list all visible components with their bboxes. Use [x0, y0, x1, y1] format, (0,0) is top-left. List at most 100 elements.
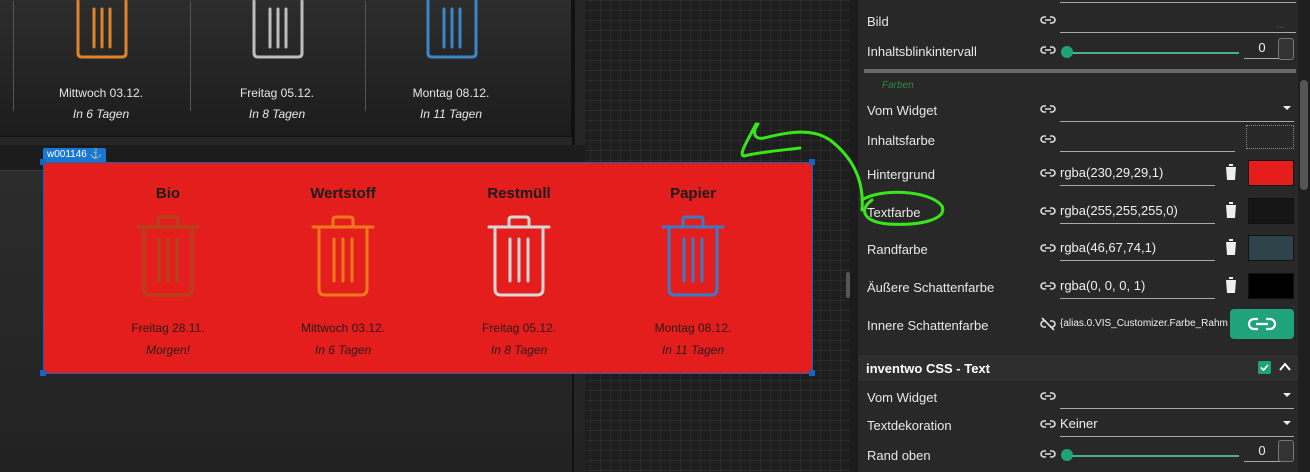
schattenfarbe-swatch[interactable] — [1248, 273, 1294, 299]
chevron-up-icon[interactable] — [1279, 361, 1291, 373]
blink-slider-knob[interactable] — [1061, 46, 1073, 58]
trash-icon[interactable] — [1224, 163, 1238, 181]
blink-slider-track[interactable] — [1065, 52, 1239, 54]
prop-label: Inhaltsblinkintervall — [867, 44, 977, 59]
chevron-down-icon[interactable] — [1282, 103, 1292, 113]
innere-schattenfarbe-input[interactable]: {alias.0.VIS_Customizer.Farbe_Rahmen — [1060, 313, 1228, 337]
property-panel: Bild ... Inhaltsblinkintervall 0 Farben … — [858, 0, 1298, 472]
chevron-down-icon[interactable] — [1282, 390, 1292, 400]
link-icon[interactable] — [1040, 132, 1056, 146]
resize-handle[interactable] — [809, 370, 815, 376]
schattenfarbe-input[interactable]: rgba(0, 0, 0, 1) — [1060, 275, 1215, 299]
hintergrund-swatch[interactable] — [1248, 160, 1294, 186]
prop-row-inhaltsfarbe: Inhaltsfarbe — [858, 125, 1298, 155]
column-separator — [13, 1, 14, 111]
prop-label: Textfarbe — [867, 205, 921, 220]
pickup-date: Mittwoch 03.12. — [300, 321, 386, 335]
group-label-farben: Farben — [882, 80, 914, 91]
link-icon[interactable] — [1040, 389, 1056, 403]
top-trash-widget[interactable]: Mittwoch 03.12. In 6 Tagen Freitag 05.12… — [0, 0, 572, 137]
rand-oben-slider-knob[interactable] — [1061, 449, 1073, 461]
link-icon[interactable] — [1040, 43, 1056, 57]
prop-label: Bild — [867, 14, 889, 29]
column-title: Papier — [670, 185, 716, 202]
bild-indicator: ... — [1276, 20, 1285, 31]
prop-row-aeussere-schattenfarbe: Äußere Schattenfarbe rgba(0, 0, 0, 1) — [858, 272, 1298, 302]
link-icon[interactable] — [1040, 447, 1056, 461]
widget-id-label[interactable]: w001146 ⚓ — [43, 148, 107, 162]
randfarbe-swatch[interactable] — [1248, 235, 1294, 261]
trash-can-icon — [487, 215, 551, 297]
blink-spinner[interactable] — [1278, 38, 1294, 60]
column-title: Wertstoff — [310, 185, 376, 202]
prop-label: Vom Widget — [867, 390, 938, 405]
textdekoration-select[interactable]: Keiner — [1060, 413, 1294, 437]
section-enable-checkbox[interactable] — [1258, 361, 1271, 374]
textfarbe-input[interactable]: rgba(255,255,255,0) — [1060, 200, 1215, 224]
chevron-down-icon[interactable] — [1282, 418, 1292, 428]
link-icon[interactable] — [1040, 241, 1056, 255]
pickup-relative: In 6 Tagen — [72, 107, 130, 121]
link-icon[interactable] — [1040, 102, 1056, 116]
randfarbe-input[interactable]: rgba(46,67,74,1) — [1060, 237, 1215, 261]
canvas-scrollbar[interactable] — [846, 272, 850, 298]
prop-row-hintergrund: Hintergrund rgba(230,29,29,1) — [858, 159, 1298, 189]
section-divider — [864, 69, 1296, 73]
input-underline — [1060, 0, 1296, 3]
link-icon[interactable] — [1040, 417, 1056, 431]
resize-handle[interactable] — [40, 159, 46, 165]
rand-oben-number-input[interactable]: 0 — [1244, 440, 1280, 462]
hintergrund-input[interactable]: rgba(230,29,29,1) — [1060, 162, 1215, 186]
trash-can-icon — [311, 215, 375, 297]
prop-row-textdekoration: Textdekoration Keiner — [858, 410, 1298, 440]
section-header-inventwo-css-text[interactable]: inventwo CSS - Text — [858, 355, 1298, 381]
trash-icon[interactable] — [1224, 238, 1238, 256]
pickup-relative: Morgen! — [145, 343, 191, 357]
widget-border — [572, 0, 575, 145]
link-icon — [1247, 317, 1277, 331]
pickup-relative: In 11 Tagen — [419, 107, 483, 121]
prop-row-randfarbe: Randfarbe rgba(46,67,74,1) — [858, 234, 1298, 264]
editor-canvas[interactable]: Mittwoch 03.12. In 6 Tagen Freitag 05.12… — [0, 0, 850, 472]
link-off-icon[interactable] — [1040, 317, 1056, 331]
prop-row-blinkintervall: Inhaltsblinkintervall — [858, 36, 1298, 66]
pickup-date: Mittwoch 03.12. — [58, 86, 144, 100]
pickup-date: Freitag 28.11. — [131, 321, 205, 335]
pickup-relative: In 8 Tagen — [490, 343, 548, 357]
link-icon[interactable] — [1040, 279, 1056, 293]
vom-widget-select[interactable] — [1060, 98, 1294, 122]
pickup-date: Montag 08.12. — [412, 86, 490, 100]
prop-label: Textdekoration — [867, 418, 952, 433]
column-title: Bio — [155, 185, 181, 202]
pickup-date: Montag 08.12. — [654, 321, 732, 335]
scrollbar-thumb[interactable] — [1300, 80, 1308, 190]
link-icon[interactable] — [1040, 13, 1056, 27]
resize-handle[interactable] — [40, 370, 46, 376]
bild-input[interactable] — [1060, 9, 1296, 33]
trash-icon[interactable] — [1224, 276, 1238, 294]
rand-oben-slider-track[interactable] — [1065, 455, 1239, 457]
selected-trash-widget[interactable]: Bio Freitag 28.11. Morgen! Wertstoff Mit… — [43, 162, 813, 374]
section-title: inventwo CSS - Text — [866, 361, 990, 376]
inhaltsfarbe-input[interactable] — [1060, 128, 1235, 152]
pickup-date: Freitag 05.12. — [481, 321, 557, 335]
pickup-relative: In 8 Tagen — [248, 107, 306, 121]
trash-bin-icon — [76, 0, 128, 59]
column-title: Restmüll — [487, 185, 551, 202]
empty-color-swatch[interactable] — [1246, 125, 1294, 149]
pickup-relative: In 6 Tagen — [314, 343, 372, 357]
link-binding-button[interactable] — [1230, 309, 1294, 339]
link-icon[interactable] — [1040, 204, 1056, 218]
resize-handle[interactable] — [809, 159, 815, 165]
blink-number-input[interactable]: 0 — [1244, 37, 1280, 59]
textfarbe-swatch[interactable] — [1248, 198, 1294, 224]
rand-oben-spinner[interactable] — [1278, 440, 1294, 462]
panel-scrollbar[interactable] — [1298, 0, 1310, 472]
css-vom-widget-select[interactable] — [1060, 385, 1294, 409]
link-icon[interactable] — [1040, 166, 1056, 180]
trash-bin-icon — [252, 0, 304, 59]
pickup-date: Freitag 05.12. — [239, 86, 315, 100]
prop-label: Rand oben — [867, 448, 931, 463]
prop-row-vom-widget: Vom Widget — [858, 95, 1298, 125]
trash-icon[interactable] — [1224, 201, 1238, 219]
